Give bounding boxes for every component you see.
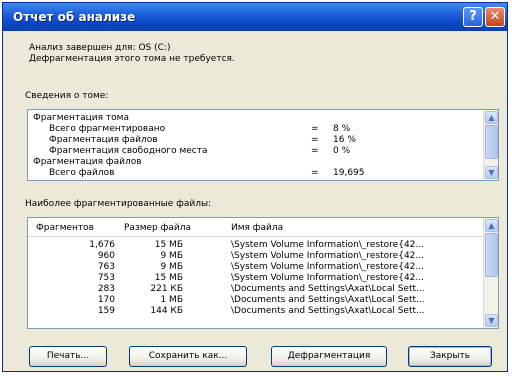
volume-info-value: 8 % bbox=[333, 124, 351, 134]
size-cell: 9 МБ bbox=[160, 262, 183, 272]
filename-cell: \Documents and Settings\Axat\Local Sett.… bbox=[231, 306, 425, 316]
save-as-button[interactable]: Сохранить как... bbox=[129, 346, 247, 367]
filename-cell: \Documents and Settings\Axat\Local Sett.… bbox=[231, 284, 425, 294]
volume-info-equals: = bbox=[311, 146, 319, 156]
help-button[interactable]: ? bbox=[463, 7, 483, 27]
scroll-up-arrow-icon[interactable]: ▲ bbox=[485, 219, 498, 232]
list-header: Фрагментов Размер файла Имя файла bbox=[28, 218, 483, 237]
volume-info-label-text: Фрагментация тома bbox=[33, 113, 129, 123]
size-cell: 15 МБ bbox=[154, 240, 183, 250]
summary-line-volume: Анализ завершен для: OS (C:) bbox=[29, 43, 171, 53]
fragments-cell: 1,676 bbox=[89, 240, 115, 250]
file-row[interactable]: 753 15 МБ \System Volume Information\_rest… bbox=[28, 273, 483, 283]
file-row[interactable]: 283 221 КБ \Documents and Settings\Axat\Lo… bbox=[28, 284, 483, 294]
volume-info-scrollbar[interactable]: ▲ ▼ bbox=[483, 110, 498, 180]
filename-cell: \System Volume Information\_restore{42..… bbox=[231, 273, 424, 283]
volume-info-label-text: Фрагментация свободного места bbox=[49, 146, 208, 156]
analysis-summary: Анализ завершен для: OS (C:) Дефрагмента… bbox=[29, 43, 235, 65]
column-header-filename[interactable]: Имя файла bbox=[231, 223, 283, 233]
filename-cell: \Documents and Settings\Axat\Local Sett.… bbox=[231, 295, 425, 305]
files-scrollbar[interactable]: ▲ ▼ bbox=[483, 218, 498, 328]
size-cell: 9 МБ bbox=[160, 251, 183, 261]
volume-info-label-text: Всего файлов bbox=[49, 168, 115, 178]
scroll-thumb[interactable] bbox=[485, 125, 498, 159]
summary-line-status: Дефрагментация этого тома не требуется. bbox=[29, 54, 235, 64]
file-row[interactable]: 170 1 МБ \Documents and Settings\Axat\Loca… bbox=[28, 295, 483, 305]
scroll-thumb[interactable] bbox=[485, 233, 498, 277]
file-row[interactable]: 159 144 КБ \Documents and Settings\Axat\Lo… bbox=[28, 306, 483, 316]
volume-info-label-text: Фрагментация файлов bbox=[49, 135, 158, 145]
file-row[interactable]: 1,676 15 МБ \System Volume Information\_re… bbox=[28, 240, 483, 250]
file-row[interactable]: 763 9 МБ \System Volume Information\_resto… bbox=[28, 262, 483, 272]
filename-cell: \System Volume Information\_restore{42..… bbox=[231, 262, 424, 272]
file-row[interactable]: 960 9 МБ \System Volume Information\_resto… bbox=[28, 251, 483, 261]
size-cell: 221 КБ bbox=[150, 284, 183, 294]
volume-info-label-text: Всего фрагментировано bbox=[49, 124, 166, 134]
filename-cell: \System Volume Information\_restore{42..… bbox=[231, 240, 424, 250]
volume-info-equals: = bbox=[311, 168, 319, 178]
scroll-down-arrow-icon[interactable]: ▼ bbox=[485, 314, 498, 327]
size-cell: 15 МБ bbox=[154, 273, 183, 283]
filename-cell: \System Volume Information\_restore{42..… bbox=[231, 251, 424, 261]
title-bar[interactable]: Отчет об анализе ? ✕ bbox=[3, 3, 507, 31]
column-header-size[interactable]: Размер файла bbox=[124, 223, 191, 233]
fragments-cell: 170 bbox=[97, 295, 115, 305]
scroll-up-arrow-icon[interactable]: ▲ bbox=[485, 111, 498, 124]
volume-info-label-text: Фрагментация файлов bbox=[33, 157, 142, 167]
volume-info-equals: = bbox=[311, 135, 319, 145]
fragments-cell: 283 bbox=[97, 284, 115, 294]
volume-info-box[interactable]: Фрагментация тома Всего фрагментировано = 8… bbox=[27, 109, 499, 181]
defragment-button[interactable]: Дефрагментация bbox=[271, 346, 387, 367]
volume-info-equals: = bbox=[311, 124, 319, 134]
print-button[interactable]: Печать... bbox=[29, 346, 107, 367]
size-cell: 144 КБ bbox=[150, 306, 183, 316]
close-window-button[interactable]: ✕ bbox=[485, 7, 505, 27]
files-label: Наиболее фрагментированные файлы: bbox=[25, 199, 212, 209]
window-title: Отчет об анализе bbox=[13, 10, 136, 24]
volume-info-label: Сведения о томе: bbox=[25, 91, 109, 101]
size-cell: 1 МБ bbox=[160, 295, 183, 305]
volume-info-value: 19,695 bbox=[333, 168, 365, 178]
volume-info-value: 16 % bbox=[333, 135, 356, 145]
scroll-down-arrow-icon[interactable]: ▼ bbox=[485, 166, 498, 179]
analysis-report-window: Отчет об анализе ? ✕ Анализ завершен для… bbox=[2, 2, 508, 372]
fragmented-files-list[interactable]: Фрагментов Размер файла Имя файла 1,676 1… bbox=[27, 217, 499, 329]
volume-info-value: 0 % bbox=[333, 146, 351, 156]
column-header-fragments[interactable]: Фрагментов bbox=[36, 223, 94, 233]
fragments-cell: 753 bbox=[97, 273, 115, 283]
close-button[interactable]: Закрыть bbox=[408, 346, 492, 367]
fragments-cell: 763 bbox=[97, 262, 115, 272]
fragments-cell: 960 bbox=[97, 251, 115, 261]
fragments-cell: 159 bbox=[97, 306, 115, 316]
